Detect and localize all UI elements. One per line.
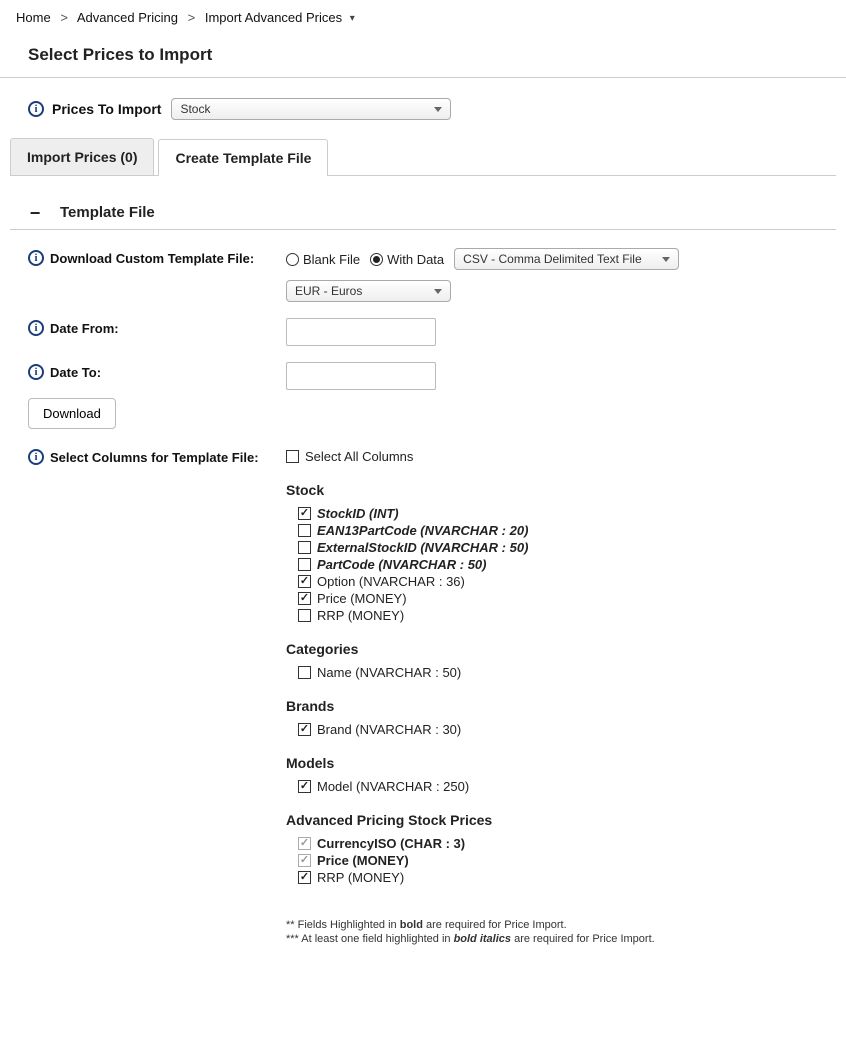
page-title: Select Prices to Import xyxy=(0,35,846,78)
column-group-title: Categories xyxy=(286,641,818,657)
date-to-input[interactable] xyxy=(286,362,436,390)
radio-blank-file[interactable]: Blank File xyxy=(286,252,360,267)
column-label: Name (NVARCHAR : 50) xyxy=(317,665,461,680)
column-label: Price (MONEY) xyxy=(317,591,407,606)
column-checkbox[interactable]: Name (NVARCHAR : 50) xyxy=(286,665,818,680)
column-checkbox[interactable]: Brand (NVARCHAR : 30) xyxy=(286,722,818,737)
download-custom-label: Download Custom Template File: xyxy=(28,248,268,266)
breadcrumb-sep: > xyxy=(188,10,196,25)
breadcrumb: Home > Advanced Pricing > Import Advance… xyxy=(0,0,846,35)
column-label: StockID (INT) xyxy=(317,506,399,521)
tab-create-template[interactable]: Create Template File xyxy=(158,139,328,176)
checkbox-icon xyxy=(298,837,311,850)
column-checkbox: Price (MONEY) xyxy=(286,853,818,868)
checkbox-icon xyxy=(298,575,311,588)
tabs: Import Prices (0) Create Template File xyxy=(10,138,836,176)
column-checkbox[interactable]: RRP (MONEY) xyxy=(286,870,818,885)
column-checkbox[interactable]: StockID (INT) xyxy=(286,506,818,521)
column-checkbox: CurrencyISO (CHAR : 3) xyxy=(286,836,818,851)
column-label: ExternalStockID (NVARCHAR : 50) xyxy=(317,540,528,555)
date-from-input[interactable] xyxy=(286,318,436,346)
breadcrumb-import-advanced-prices[interactable]: Import Advanced Prices ▾ xyxy=(205,10,355,25)
checkbox-icon xyxy=(298,723,311,736)
select-columns-label: Select Columns for Template File: xyxy=(28,447,268,465)
checkbox-icon xyxy=(298,609,311,622)
column-group-title: Brands xyxy=(286,698,818,714)
info-icon[interactable] xyxy=(28,250,44,266)
column-label: Option (NVARCHAR : 36) xyxy=(317,574,465,589)
column-label: RRP (MONEY) xyxy=(317,608,404,623)
file-format-value: CSV - Comma Delimited Text File xyxy=(463,252,642,266)
chevron-down-icon: ▾ xyxy=(350,13,355,24)
columns-panel: Select All Columns Stock StockID (INT) EAN… xyxy=(286,447,818,947)
checkbox-icon xyxy=(298,524,311,537)
date-to-label: Date To: xyxy=(28,362,268,380)
tab-import-prices[interactable]: Import Prices (0) xyxy=(10,138,154,175)
checkbox-icon xyxy=(298,592,311,605)
column-label: Price (MONEY) xyxy=(317,853,409,868)
section-title: Template File xyxy=(60,204,155,221)
info-icon[interactable] xyxy=(28,320,44,336)
breadcrumb-home[interactable]: Home xyxy=(16,10,51,25)
radio-icon xyxy=(370,253,383,266)
column-label: Model (NVARCHAR : 250) xyxy=(317,779,469,794)
prices-to-import-value: Stock xyxy=(180,102,210,116)
chevron-down-icon xyxy=(434,289,442,294)
info-icon[interactable] xyxy=(28,364,44,380)
chevron-down-icon xyxy=(662,257,670,262)
checkbox-icon xyxy=(298,541,311,554)
date-from-label: Date From: xyxy=(28,318,268,336)
breadcrumb-advanced-pricing[interactable]: Advanced Pricing xyxy=(77,10,178,25)
breadcrumb-sep: > xyxy=(60,10,68,25)
column-group-title: Stock xyxy=(286,482,818,498)
column-checkbox[interactable]: Model (NVARCHAR : 250) xyxy=(286,779,818,794)
radio-icon xyxy=(286,253,299,266)
info-icon[interactable] xyxy=(28,101,44,117)
currency-select[interactable]: EUR - Euros xyxy=(286,280,451,302)
column-checkbox[interactable]: Option (NVARCHAR : 36) xyxy=(286,574,818,589)
info-icon[interactable] xyxy=(28,449,44,465)
collapse-icon[interactable]: − xyxy=(28,206,42,220)
column-checkbox[interactable]: ExternalStockID (NVARCHAR : 50) xyxy=(286,540,818,555)
column-checkbox[interactable]: RRP (MONEY) xyxy=(286,608,818,623)
column-checkbox[interactable]: PartCode (NVARCHAR : 50) xyxy=(286,557,818,572)
column-label: EAN13PartCode (NVARCHAR : 20) xyxy=(317,523,528,538)
column-group-title: Advanced Pricing Stock Prices xyxy=(286,812,818,828)
column-group-title: Models xyxy=(286,755,818,771)
checkbox-icon xyxy=(298,871,311,884)
checkbox-icon xyxy=(298,558,311,571)
checkbox-icon xyxy=(298,666,311,679)
currency-value: EUR - Euros xyxy=(295,284,362,298)
checkbox-icon xyxy=(286,450,299,463)
section-template-file: − Template File xyxy=(10,204,836,230)
chevron-down-icon xyxy=(434,107,442,112)
prices-to-import-label: Prices To Import xyxy=(52,101,161,117)
column-label: CurrencyISO (CHAR : 3) xyxy=(317,836,465,851)
column-checkbox[interactable]: Price (MONEY) xyxy=(286,591,818,606)
column-label: Brand (NVARCHAR : 30) xyxy=(317,722,461,737)
download-button[interactable]: Download xyxy=(28,398,116,429)
checkbox-icon xyxy=(298,854,311,867)
radio-with-data[interactable]: With Data xyxy=(370,252,444,267)
select-all-columns[interactable]: Select All Columns xyxy=(286,449,818,464)
checkbox-icon xyxy=(298,780,311,793)
column-checkbox[interactable]: EAN13PartCode (NVARCHAR : 20) xyxy=(286,523,818,538)
checkbox-icon xyxy=(298,507,311,520)
column-label: PartCode (NVARCHAR : 50) xyxy=(317,557,487,572)
prices-to-import-select[interactable]: Stock xyxy=(171,98,451,120)
column-label: RRP (MONEY) xyxy=(317,870,404,885)
footnotes: ** Fields Highlighted in bold are requir… xyxy=(286,919,818,945)
file-format-select[interactable]: CSV - Comma Delimited Text File xyxy=(454,248,679,270)
